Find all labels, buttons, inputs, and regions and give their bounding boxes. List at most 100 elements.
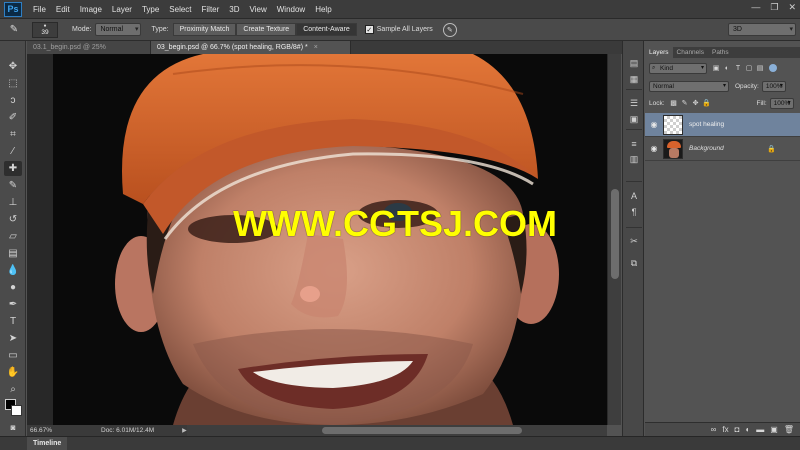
doc-tab-03-begin[interactable]: 03_begin.psd @ 66.7% (spot healing, RGB/… — [151, 41, 351, 54]
eraser-tool-icon[interactable]: ▱ — [4, 229, 22, 244]
menu-type[interactable]: Type — [137, 0, 164, 19]
spot-healing-brush-icon[interactable]: ✎ — [6, 22, 22, 38]
visibility-eye-icon[interactable]: ◉ — [645, 120, 663, 129]
menu-3d[interactable]: 3D — [224, 0, 244, 19]
eyedropper-tool-icon[interactable]: ⁄ — [4, 144, 22, 159]
menu-help[interactable]: Help — [310, 0, 336, 19]
filter-pixel-icon[interactable]: ▣ — [711, 63, 721, 73]
dodge-tool-icon[interactable]: ● — [4, 280, 22, 295]
tab-layers[interactable]: Layers — [645, 47, 673, 58]
menu-view[interactable]: View — [245, 0, 272, 19]
fill-input[interactable]: 100% — [769, 97, 794, 109]
filter-toggle-icon[interactable] — [769, 64, 777, 72]
layer-name[interactable]: Background — [689, 145, 724, 152]
zoom-tool-icon[interactable]: ⌕ — [4, 382, 22, 397]
create-texture-option[interactable]: Create Texture — [236, 23, 297, 36]
path-select-tool-icon[interactable]: ➤ — [4, 331, 22, 346]
move-tool-icon[interactable]: ✥ — [4, 59, 22, 74]
status-menu-arrow-icon[interactable]: ▶ — [182, 427, 187, 434]
visibility-eye-icon[interactable]: ◉ — [645, 144, 663, 153]
character-panel-icon[interactable]: A — [627, 189, 641, 202]
quick-select-tool-icon[interactable]: ✐ — [4, 110, 22, 125]
lock-transparent-icon[interactable]: ▩ — [669, 98, 679, 108]
delete-layer-icon[interactable]: 🗑 — [784, 425, 794, 434]
sample-all-layers-checkbox[interactable]: ✓ — [364, 25, 374, 34]
proximity-match-option[interactable]: Proximity Match — [172, 23, 237, 36]
workspace-dropdown[interactable]: 3D — [728, 23, 796, 36]
brush-panel-icon[interactable]: ≡ — [627, 137, 641, 150]
layer-style-icon[interactable]: fx — [722, 425, 728, 434]
tool-presets-panel-icon[interactable]: ✂ — [627, 235, 641, 248]
mode-dropdown[interactable]: Normal — [95, 23, 142, 36]
tab-channels[interactable]: Channels — [673, 47, 708, 58]
lasso-tool-icon[interactable]: ↄ — [4, 93, 22, 108]
close-tab-icon[interactable]: × — [314, 44, 318, 51]
content-aware-option[interactable]: Content-Aware — [296, 23, 357, 36]
hand-tool-icon[interactable]: ✋ — [4, 365, 22, 380]
brush-picker[interactable]: ● 39 — [32, 21, 58, 38]
pen-tool-icon[interactable]: ✒ — [4, 297, 22, 312]
doc-tab-03-1-begin[interactable]: 03.1_begin.psd @ 25% (RGB/8#)× — [27, 41, 151, 64]
horizontal-scrollbar[interactable] — [186, 425, 607, 436]
pressure-icon[interactable]: ✎ — [442, 22, 457, 37]
clone-stamp-tool-icon[interactable]: ⊥ — [4, 195, 22, 210]
menu-layer[interactable]: Layer — [107, 0, 137, 19]
options-bar: ✎ ● 39 Mode: Normal Type: Proximity Matc… — [0, 19, 800, 41]
paragraph-panel-icon[interactable]: ¶ — [627, 205, 641, 218]
filter-shape-icon[interactable]: ▢ — [744, 63, 754, 73]
lock-image-icon[interactable]: ✎ — [680, 98, 690, 108]
marquee-tool-icon[interactable]: ⬚ — [4, 76, 22, 91]
styles-panel-icon[interactable]: ▣ — [627, 113, 641, 126]
timeline-tab[interactable]: Timeline — [27, 437, 68, 450]
filter-smart-object-icon[interactable]: ▤ — [755, 63, 765, 73]
brush-tool-icon[interactable]: ✎ — [4, 178, 22, 193]
rectangle-tool-icon[interactable]: ▭ — [4, 348, 22, 363]
new-layer-icon[interactable]: ▣ — [770, 425, 778, 434]
adjustment-layer-icon[interactable]: ◐ — [745, 425, 750, 434]
spot-healing-tool-icon[interactable]: ✚ — [4, 161, 22, 176]
menu-file[interactable]: File — [28, 0, 51, 19]
add-mask-icon[interactable]: ◘ — [735, 425, 740, 434]
menu-select[interactable]: Select — [164, 0, 196, 19]
history-panel-icon[interactable]: ▤ — [627, 57, 641, 70]
type-label: Type: — [151, 26, 169, 33]
blend-mode-dropdown[interactable]: Normal — [649, 80, 729, 92]
layer-name[interactable]: spot healing — [689, 121, 724, 128]
lock-position-icon[interactable]: ✥ — [691, 98, 701, 108]
clone-source-panel-icon[interactable]: ⧉ — [627, 257, 641, 270]
lock-all-icon[interactable]: 🔒 — [702, 98, 712, 108]
layer-thumbnail — [663, 114, 683, 135]
adjustments-panel-icon[interactable]: ☰ — [627, 97, 641, 110]
restore-icon[interactable]: ❐ — [770, 2, 778, 13]
properties-panel-icon[interactable]: ▦ — [627, 73, 641, 86]
history-brush-tool-icon[interactable]: ↺ — [4, 212, 22, 227]
filter-kind-dropdown[interactable]: ⌕ Kind — [649, 62, 707, 74]
menu-filter[interactable]: Filter — [197, 0, 225, 19]
filter-adjustment-icon[interactable]: ◐ — [722, 63, 732, 73]
link-layers-icon[interactable]: ∞ — [711, 425, 717, 434]
vertical-scrollbar[interactable] — [607, 54, 621, 425]
swatches-panel-icon[interactable]: ▥ — [627, 153, 641, 166]
menu-edit[interactable]: Edit — [51, 0, 75, 19]
crop-tool-icon[interactable]: ⌗ — [4, 127, 22, 142]
background-color-swatch[interactable] — [11, 405, 22, 416]
layer-spot-healing[interactable]: ◉ spot healing — [645, 113, 800, 137]
horizontal-scroll-thumb[interactable] — [322, 427, 522, 434]
zoom-level[interactable]: 66.67% — [27, 427, 59, 434]
blur-tool-icon[interactable]: 💧 — [4, 263, 22, 278]
document-image[interactable]: WWW.CGTSJ.COM — [53, 54, 607, 425]
type-tool-icon[interactable]: T — [4, 314, 22, 329]
canvas-area[interactable]: WWW.CGTSJ.COM — [27, 54, 607, 425]
menu-image[interactable]: Image — [75, 0, 107, 19]
tab-paths[interactable]: Paths — [708, 47, 733, 58]
close-icon[interactable]: ✕ — [788, 2, 796, 13]
layer-background[interactable]: ◉ Background 🔒 — [645, 137, 800, 161]
vertical-scroll-thumb[interactable] — [611, 189, 619, 279]
quick-mask-icon[interactable]: ◙ — [4, 420, 22, 435]
filter-type-icon[interactable]: T — [733, 63, 743, 73]
new-group-icon[interactable]: ▬ — [756, 425, 764, 434]
opacity-input[interactable]: 100% — [761, 80, 786, 92]
minimize-icon[interactable]: — — [751, 2, 760, 13]
gradient-tool-icon[interactable]: ▤ — [4, 246, 22, 261]
menu-window[interactable]: Window — [272, 0, 310, 19]
